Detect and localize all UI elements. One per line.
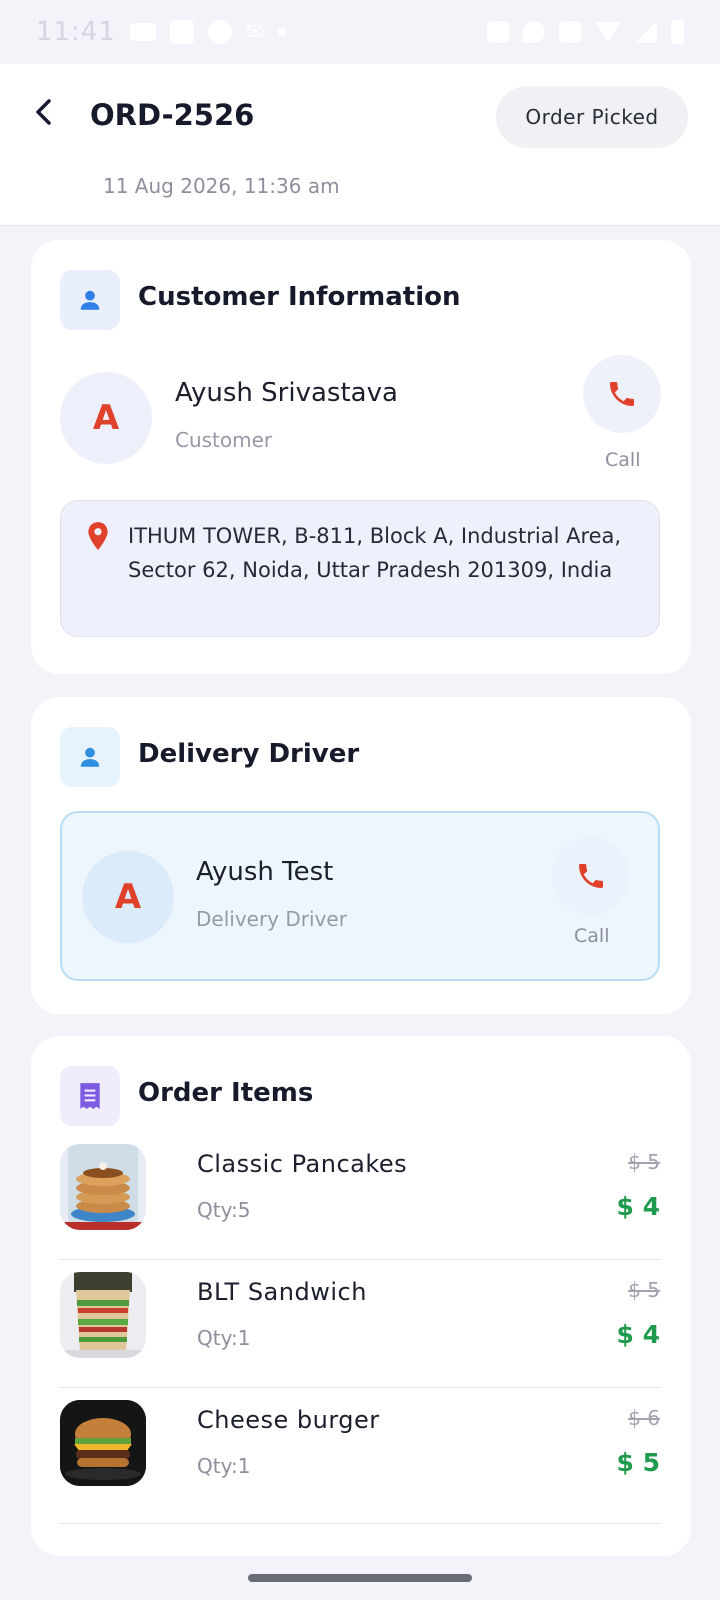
order-id: ORD-2526 bbox=[90, 98, 255, 132]
signal-icon bbox=[635, 21, 657, 43]
order-items-icon-box bbox=[60, 1066, 120, 1126]
location-icon bbox=[523, 21, 545, 43]
item-image-burger bbox=[60, 1400, 146, 1486]
item-name: Cheese burger bbox=[197, 1406, 380, 1434]
customer-call-button[interactable] bbox=[583, 355, 661, 433]
item-price: $ 4 bbox=[616, 1320, 661, 1349]
item-original-price: $ 5 bbox=[628, 1278, 660, 1302]
customer-role: Customer bbox=[175, 428, 273, 452]
status-time: 11:41 bbox=[36, 17, 116, 47]
customer-address: ITHUM TOWER, B-811, Block A, Industrial … bbox=[128, 524, 622, 582]
person-icon bbox=[80, 290, 100, 310]
item-name: Classic Pancakes bbox=[197, 1150, 408, 1178]
sandwich-image bbox=[60, 1272, 146, 1358]
driver-card-icon-box bbox=[60, 727, 120, 787]
order-items-title: Order Items bbox=[138, 1078, 314, 1108]
driver-call-button[interactable] bbox=[552, 837, 630, 915]
data-icon bbox=[487, 21, 509, 43]
order-items-card: Order Items Classic Pancakes Qty:5 $ 5 $… bbox=[31, 1036, 691, 1556]
customer-call-label: Call bbox=[605, 449, 641, 471]
item-image-sandwich bbox=[60, 1272, 146, 1358]
back-button[interactable] bbox=[24, 92, 64, 132]
phone-icon bbox=[579, 864, 603, 888]
location-pin-icon bbox=[88, 522, 108, 550]
customer-avatar: A bbox=[60, 372, 152, 464]
customer-card-title: Customer Information bbox=[138, 282, 461, 312]
pancakes-image bbox=[60, 1144, 146, 1230]
customer-address-box: ITHUM TOWER, B-811, Block A, Industrial … bbox=[60, 500, 660, 637]
order-item-row[interactable]: Cheese burger Qty:1 $ 6 $ 5 bbox=[60, 1388, 660, 1524]
driver-call-label: Call bbox=[574, 925, 610, 947]
item-qty: Qty:1 bbox=[197, 1326, 251, 1350]
customer-card: Customer Information A Ayush Srivastava … bbox=[31, 240, 691, 674]
item-image-pancakes bbox=[60, 1144, 146, 1230]
wifi-icon bbox=[595, 22, 621, 42]
order-item-row[interactable]: BLT Sandwich Qty:1 $ 5 $ 4 bbox=[60, 1260, 660, 1388]
item-price: $ 5 bbox=[616, 1448, 661, 1477]
square-icon bbox=[169, 20, 194, 44]
person-icon bbox=[80, 747, 100, 767]
wifi-call-icon bbox=[559, 21, 581, 43]
status-bar: 11:41 ✉ bbox=[0, 0, 720, 64]
customer-name: Ayush Srivastava bbox=[175, 378, 398, 408]
order-status-badge: Order Picked bbox=[496, 86, 688, 148]
item-price: $ 4 bbox=[616, 1192, 661, 1221]
driver-role: Delivery Driver bbox=[196, 907, 347, 931]
order-item-row[interactable]: Classic Pancakes Qty:5 $ 5 $ 4 bbox=[60, 1132, 660, 1260]
item-qty: Qty:1 bbox=[197, 1454, 251, 1478]
mail-icon: ✉ bbox=[245, 19, 265, 45]
battery-icon bbox=[671, 20, 684, 44]
phone-icon bbox=[610, 382, 634, 406]
order-header: ORD-2526 Order Picked 11 Aug 2026, 11:36… bbox=[0, 64, 720, 226]
burger-image bbox=[60, 1400, 146, 1486]
circle-icon bbox=[207, 20, 232, 44]
status-bar-left: 11:41 ✉ bbox=[36, 17, 287, 47]
home-indicator[interactable] bbox=[248, 1574, 472, 1582]
item-name: BLT Sandwich bbox=[197, 1278, 367, 1306]
card-icon bbox=[129, 23, 156, 41]
receipt-icon bbox=[80, 1083, 100, 1109]
driver-name: Ayush Test bbox=[196, 857, 334, 887]
item-qty: Qty:5 bbox=[197, 1198, 251, 1222]
driver-info-box: A Ayush Test Delivery Driver Call bbox=[60, 811, 660, 981]
item-original-price: $ 5 bbox=[628, 1150, 660, 1174]
driver-avatar: A bbox=[82, 851, 174, 943]
item-original-price: $ 6 bbox=[628, 1406, 660, 1430]
chevron-left-icon bbox=[36, 99, 51, 125]
dot-icon bbox=[278, 28, 287, 36]
order-date: 11 Aug 2026, 11:36 am bbox=[103, 174, 340, 198]
customer-card-icon-box bbox=[60, 270, 120, 330]
driver-card: Delivery Driver A Ayush Test Delivery Dr… bbox=[31, 697, 691, 1014]
status-bar-right bbox=[487, 20, 684, 44]
driver-card-title: Delivery Driver bbox=[138, 739, 360, 769]
